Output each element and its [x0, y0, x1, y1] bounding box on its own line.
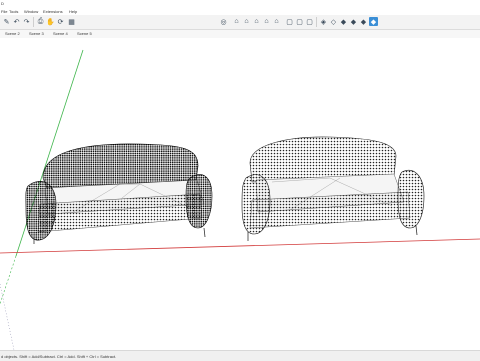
top-view-icon[interactable]: ⌂ — [252, 17, 261, 26]
camera-icon[interactable]: ⌂ — [232, 17, 241, 26]
back-view-icon[interactable]: ▢ — [285, 17, 294, 26]
front-view-icon[interactable]: ⌂ — [262, 17, 271, 26]
sofa-left[interactable] — [25, 143, 213, 244]
tab-scene-3[interactable]: Scene 3 — [28, 31, 45, 37]
green-axis-negative — [0, 255, 17, 305]
wireframe-icon[interactable]: ◇ — [329, 17, 338, 26]
rotate-icon[interactable]: ⟳ — [56, 17, 65, 26]
toolbar-separator — [316, 17, 317, 27]
bottom-view-icon[interactable]: ▢ — [305, 17, 314, 26]
xray-icon[interactable]: ◈ — [319, 17, 328, 26]
toolbar: ✎ ↶ ↷ ⎙ ✋ ⟳ ▦ J F M A M J J A S O N D 06… — [0, 15, 480, 42]
window-title: D — [1, 1, 4, 6]
layer-icon[interactable]: ▦ — [67, 17, 76, 26]
tab-scene-2[interactable]: Scene 2 — [4, 31, 21, 37]
undo-icon[interactable]: ↶ — [12, 17, 21, 26]
menu-tools[interactable]: Tools — [9, 9, 18, 14]
monochrome-icon[interactable]: ◆ — [369, 17, 378, 26]
scene-tabs: Scene 2 Scene 3 Scene 4 Scene 5 — [0, 30, 480, 38]
red-axis — [0, 238, 480, 254]
left-view-icon[interactable]: ▢ — [295, 17, 304, 26]
tab-scene-5[interactable]: Scene 5 — [76, 31, 93, 37]
menu-file[interactable]: File — [1, 9, 7, 14]
shaded-icon[interactable]: ◆ — [349, 17, 358, 26]
pan-icon[interactable]: ✋ — [46, 17, 55, 26]
title-bar: D — [0, 0, 480, 8]
menu-window[interactable]: Window — [24, 9, 38, 14]
textured-icon[interactable]: ◆ — [359, 17, 368, 26]
paint-bucket-icon[interactable]: ✎ — [2, 17, 11, 26]
scene-canvas — [0, 49, 480, 350]
iso-view-icon[interactable]: ⌂ — [242, 17, 251, 26]
redo-icon[interactable]: ↷ — [22, 17, 31, 26]
status-message: d objects. Shift = Add/Subtract. Ctrl = … — [1, 353, 117, 359]
status-bar: d objects. Shift = Add/Subtract. Ctrl = … — [0, 350, 480, 361]
print-icon[interactable]: ⎙ — [36, 17, 45, 26]
right-view-icon[interactable]: ⌂ — [272, 17, 281, 26]
menu-extensions[interactable]: Extensions — [43, 9, 63, 14]
menu-help[interactable]: Help — [69, 9, 77, 14]
sofa-right[interactable] — [241, 136, 425, 241]
blue-axis-negative — [0, 283, 15, 350]
toolbar-separator — [33, 17, 34, 27]
tab-scene-4[interactable]: Scene 4 — [52, 31, 69, 37]
menu-bar: File Tools Window Extensions Help — [0, 8, 480, 15]
orbit-icon[interactable]: ◎ — [219, 17, 228, 26]
hidden-line-icon[interactable]: ◆ — [339, 17, 348, 26]
model-viewport[interactable] — [0, 38, 480, 350]
